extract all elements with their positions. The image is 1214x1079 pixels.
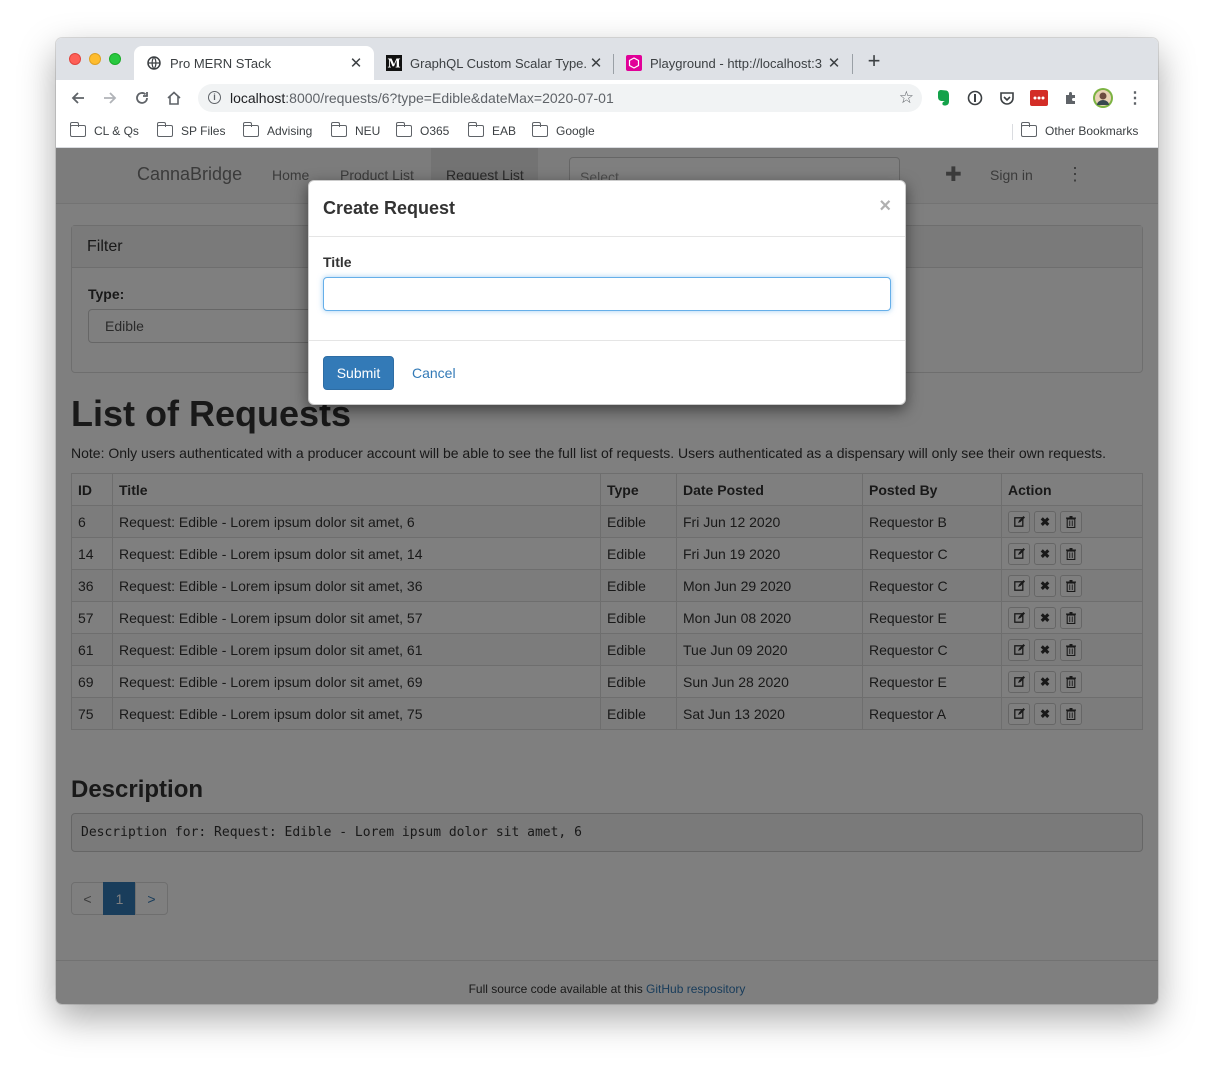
submit-button[interactable]: Submit: [323, 356, 394, 390]
zoom-window-button[interactable]: [109, 53, 121, 65]
globe-icon: [146, 55, 162, 71]
bookmark-star-icon[interactable]: ☆: [899, 88, 914, 108]
bookmark-other[interactable]: Other Bookmarks: [1020, 122, 1139, 138]
lastpass-extension-icon[interactable]: [1029, 88, 1049, 108]
profile-avatar[interactable]: [1093, 88, 1113, 108]
bookmark-o365[interactable]: O365: [395, 122, 450, 138]
pocket-extension-icon[interactable]: [997, 88, 1017, 108]
tab-graphql-custom-scalar[interactable]: M GraphQL Custom Scalar Type. ✕: [374, 46, 614, 80]
bookmark-eab[interactable]: EAB: [467, 122, 517, 138]
tab-separator: [852, 54, 853, 74]
evernote-extension-icon[interactable]: [933, 88, 953, 108]
tab-label: GraphQL Custom Scalar Type.: [410, 55, 588, 71]
browser-window: Pro MERN STack ✕ M GraphQL Custom Scalar…: [56, 38, 1158, 1004]
bookmark-advising[interactable]: Advising: [242, 122, 313, 138]
create-request-modal: Create Request × Title Submit Cancel: [308, 180, 906, 405]
bookmarks-separator: [1012, 124, 1013, 140]
close-window-button[interactable]: [69, 53, 81, 65]
bookmark-label: Google: [556, 124, 595, 138]
tab-playground[interactable]: Playground - http://localhost:3 ✕: [614, 46, 852, 80]
svg-text:M: M: [387, 57, 400, 71]
url-path: :8000/requests/6?type=Edible&dateMax=202…: [285, 90, 614, 106]
tab-label: Pro MERN STack: [170, 55, 272, 71]
page-viewport: CannaBridge Home Product List Request Li…: [56, 148, 1158, 1004]
folder-icon: [531, 122, 548, 137]
folder-icon: [69, 122, 86, 137]
title-input[interactable]: [323, 277, 891, 311]
more-menu-icon[interactable]: ⋮: [1125, 88, 1145, 108]
back-arrow-icon[interactable]: [66, 86, 90, 110]
bookmark-label: NEU: [355, 124, 381, 138]
reload-icon[interactable]: [130, 86, 154, 110]
bookmark-label: EAB: [492, 124, 517, 138]
bookmark-label: O365: [420, 124, 450, 138]
bookmark-google[interactable]: Google: [531, 122, 595, 138]
folder-icon: [330, 122, 347, 137]
url-host: localhost: [230, 90, 286, 106]
tab-close-icon[interactable]: ✕: [348, 54, 364, 72]
title-field-label: Title: [323, 254, 352, 270]
url-text: localhost:8000/requests/6?type=Edible&da…: [230, 90, 614, 106]
medium-logo-icon: M: [386, 55, 402, 71]
bookmark-label: Other Bookmarks: [1045, 124, 1139, 138]
extensions-puzzle-icon[interactable]: [1061, 88, 1081, 108]
tab-pro-mern-stack[interactable]: Pro MERN STack ✕: [134, 46, 374, 80]
site-info-icon[interactable]: i: [208, 91, 221, 104]
graphql-playground-icon: [626, 55, 642, 71]
tab-close-icon[interactable]: ✕: [588, 54, 604, 72]
address-bar[interactable]: i localhost:8000/requests/6?type=Edible&…: [198, 84, 922, 112]
minimize-window-button[interactable]: [89, 53, 101, 65]
folder-icon: [156, 122, 173, 137]
home-icon[interactable]: [162, 86, 186, 110]
bookmark-sp-files[interactable]: SP Files: [156, 122, 226, 138]
new-tab-plus-icon[interactable]: +: [862, 50, 886, 74]
tab-label: Playground - http://localhost:3: [650, 55, 822, 71]
cancel-button[interactable]: Cancel: [412, 365, 456, 381]
forward-arrow-icon[interactable]: [98, 86, 122, 110]
modal-title: Create Request: [323, 198, 456, 218]
folder-icon: [467, 122, 484, 137]
bookmarks-bar: CL & Qs SP Files Advising NEU O365 EAB G…: [56, 116, 1158, 148]
browser-toolbar: i localhost:8000/requests/6?type=Edible&…: [56, 80, 1158, 116]
tab-strip: Pro MERN STack ✕ M GraphQL Custom Scalar…: [56, 38, 1158, 80]
bookmark-label: CL & Qs: [94, 124, 139, 138]
bookmark-cl-qs[interactable]: CL & Qs: [69, 122, 139, 138]
close-icon[interactable]: ×: [879, 195, 891, 218]
tab-close-icon[interactable]: ✕: [826, 54, 842, 72]
folder-icon: [395, 122, 412, 137]
onepassword-extension-icon[interactable]: [965, 88, 985, 108]
bookmark-label: Advising: [267, 124, 313, 138]
modal-body: Title: [309, 237, 905, 341]
folder-icon: [242, 122, 259, 137]
bookmark-neu[interactable]: NEU: [330, 122, 381, 138]
folder-icon: [1020, 122, 1037, 137]
modal-header: Create Request ×: [309, 181, 905, 237]
bookmark-label: SP Files: [181, 124, 226, 138]
